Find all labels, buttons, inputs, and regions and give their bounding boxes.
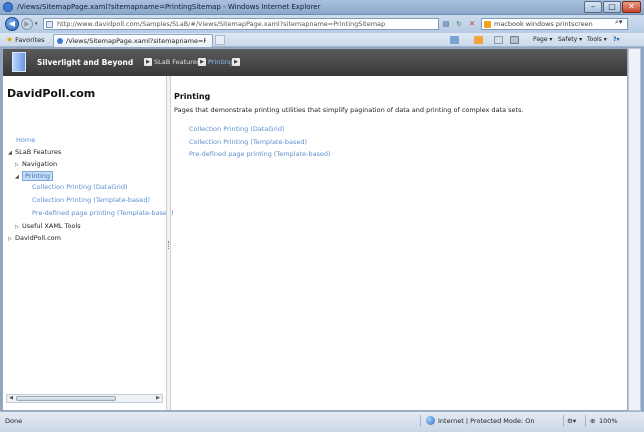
tree-item-label: SLaB Features bbox=[15, 148, 62, 156]
site-header: Silverlight and Beyond ▶ SLaB Features ▶… bbox=[3, 49, 627, 76]
collapsed-arrow-icon[interactable]: ▷ bbox=[15, 160, 22, 170]
tab-label: /Views/SitemapPage.xaml?sitemapname=Prin… bbox=[66, 37, 206, 45]
tab-page-icon bbox=[57, 38, 63, 44]
internet-zone-icon bbox=[426, 416, 435, 425]
favorites-bar: ★ Favorites /Views/SitemapPage.xaml?sitem… bbox=[0, 33, 644, 47]
address-url[interactable]: http://www.davidpoll.com/Samples/SLaB/#/… bbox=[57, 20, 385, 28]
address-bar[interactable]: http://www.davidpoll.com/Samples/SLaB/#/… bbox=[43, 18, 439, 30]
splitter-grip-icon[interactable] bbox=[168, 241, 169, 249]
back-button[interactable]: ◀ bbox=[5, 17, 19, 31]
forward-button[interactable]: ▶ bbox=[21, 18, 33, 30]
home-icon[interactable] bbox=[450, 36, 459, 44]
safety-menu[interactable]: Safety ▾ bbox=[558, 36, 582, 43]
content-link-collection-printing-template[interactable]: Collection Printing (Template-based) bbox=[189, 138, 307, 146]
tree-item-label-selected: Printing bbox=[22, 171, 54, 181]
window-title: /Views/SitemapPage.xaml?sitemapname=Prin… bbox=[17, 3, 321, 11]
new-tab-button[interactable] bbox=[215, 35, 225, 45]
search-provider-icon[interactable] bbox=[484, 21, 491, 28]
tree-item-slab-features[interactable]: ◢ SLaB Features bbox=[8, 147, 61, 157]
page-viewport: Silverlight and Beyond ▶ SLaB Features ▶… bbox=[2, 48, 628, 411]
star-icon: ★ bbox=[6, 35, 14, 44]
stop-icon[interactable]: ✕ bbox=[467, 19, 477, 29]
tree-item-label: Navigation bbox=[22, 160, 58, 168]
pane-splitter[interactable] bbox=[166, 76, 171, 410]
search-icon[interactable]: ⌕▾ bbox=[615, 18, 622, 27]
recent-pages-dropdown[interactable]: ▾ bbox=[35, 21, 38, 27]
collapsed-arrow-icon[interactable]: ▷ bbox=[15, 222, 22, 232]
maximize-button[interactable]: □ bbox=[603, 1, 621, 13]
security-zone-text[interactable]: Internet | Protected Mode: On bbox=[438, 417, 535, 425]
expanded-arrow-icon[interactable]: ◢ bbox=[15, 172, 22, 182]
search-box[interactable]: macbook windows printscreen bbox=[481, 18, 628, 30]
page-icon bbox=[46, 21, 53, 28]
feeds-icon[interactable] bbox=[474, 36, 483, 44]
horizontal-scrollbar[interactable]: ◀ ▶ bbox=[6, 394, 163, 403]
silverlight-logo bbox=[12, 52, 26, 72]
status-divider bbox=[420, 415, 421, 427]
breadcrumb-slab-features[interactable]: SLaB Features bbox=[154, 58, 200, 66]
breadcrumb-arrow-icon[interactable]: ▶ bbox=[144, 58, 152, 66]
expanded-arrow-icon[interactable]: ◢ bbox=[8, 148, 15, 158]
tree-item-home[interactable]: Home bbox=[16, 135, 35, 145]
tree-item-useful-xaml-tools[interactable]: ▷ Useful XAML Tools bbox=[15, 221, 81, 231]
navigation-pane: DavidPoll.com Home ◢ SLaB Features ▷ Navig… bbox=[3, 76, 174, 410]
tree-item-davidpoll[interactable]: ▷ DavidPoll.com bbox=[8, 233, 61, 243]
content-description: Pages that demonstrate printing utilitie… bbox=[174, 106, 524, 114]
app-title: Silverlight and Beyond bbox=[37, 58, 134, 67]
search-input[interactable]: macbook windows printscreen bbox=[494, 20, 593, 28]
tree-item-label: Useful XAML Tools bbox=[22, 222, 81, 230]
favorites-button[interactable]: ★ Favorites bbox=[3, 35, 48, 45]
status-bar: Done Internet | Protected Mode: On ⚙▾ ⊕ … bbox=[0, 411, 644, 432]
internet-explorer-icon bbox=[3, 2, 13, 12]
refresh-icon[interactable]: ↻ bbox=[454, 19, 464, 29]
print-icon[interactable] bbox=[510, 36, 519, 44]
help-menu[interactable]: ?▾ bbox=[613, 36, 620, 43]
tree-item-collection-printing-template[interactable]: Collection Printing (Template-based) bbox=[32, 195, 150, 205]
scroll-right-icon[interactable]: ▶ bbox=[154, 395, 162, 402]
tree-item-label: Home bbox=[16, 136, 36, 144]
content-link-predefined-page-printing[interactable]: Pre-defined page printing (Template-base… bbox=[189, 150, 331, 158]
tree-item-label: DavidPoll.com bbox=[15, 234, 61, 242]
navigation-bar: ◀ ▶ ▾ http://www.davidpoll.com/Samples/S… bbox=[0, 15, 644, 33]
favorites-label: Favorites bbox=[15, 36, 45, 44]
zoom-icon[interactable]: ⊕ bbox=[590, 417, 595, 425]
content-title: Printing bbox=[174, 92, 211, 101]
status-divider bbox=[585, 415, 586, 427]
minimize-button[interactable]: – bbox=[584, 1, 602, 13]
window-title-bar: /Views/SitemapPage.xaml?sitemapname=Prin… bbox=[0, 0, 644, 15]
status-text: Done bbox=[5, 417, 23, 425]
scroll-left-icon[interactable]: ◀ bbox=[7, 395, 15, 402]
scrollbar-thumb[interactable] bbox=[16, 396, 116, 401]
tools-menu[interactable]: Tools ▾ bbox=[587, 36, 607, 43]
read-mail-icon[interactable] bbox=[494, 36, 503, 44]
compatibility-view-icon[interactable]: ▤ bbox=[441, 19, 451, 29]
tree-item-printing[interactable]: ◢ Printing bbox=[15, 171, 54, 182]
content-link-collection-printing-datagrid[interactable]: Collection Printing (DataGrid) bbox=[189, 125, 285, 133]
protected-mode-icon[interactable]: ⚙▾ bbox=[567, 417, 576, 425]
close-button[interactable]: ✕ bbox=[622, 1, 641, 13]
browser-tab[interactable]: /Views/SitemapPage.xaml?sitemapname=Prin… bbox=[53, 34, 213, 47]
breadcrumb-arrow-icon[interactable]: ▶ bbox=[232, 58, 240, 66]
page-vertical-scrollbar[interactable] bbox=[628, 48, 641, 411]
breadcrumb-arrow-icon[interactable]: ▶ bbox=[198, 58, 206, 66]
status-divider bbox=[563, 415, 564, 427]
page-menu[interactable]: Page ▾ bbox=[533, 36, 552, 43]
collapsed-arrow-icon[interactable]: ▷ bbox=[8, 234, 15, 244]
breadcrumb-printing[interactable]: Printing bbox=[208, 58, 233, 66]
zoom-level[interactable]: 100% bbox=[599, 417, 618, 425]
tree-item-navigation[interactable]: ▷ Navigation bbox=[15, 159, 57, 169]
tree-item-collection-printing-datagrid[interactable]: Collection Printing (DataGrid) bbox=[32, 182, 128, 192]
site-name: DavidPoll.com bbox=[7, 87, 96, 100]
tree-item-predefined-page-printing[interactable]: Pre-defined page printing (Template-base… bbox=[32, 208, 174, 218]
